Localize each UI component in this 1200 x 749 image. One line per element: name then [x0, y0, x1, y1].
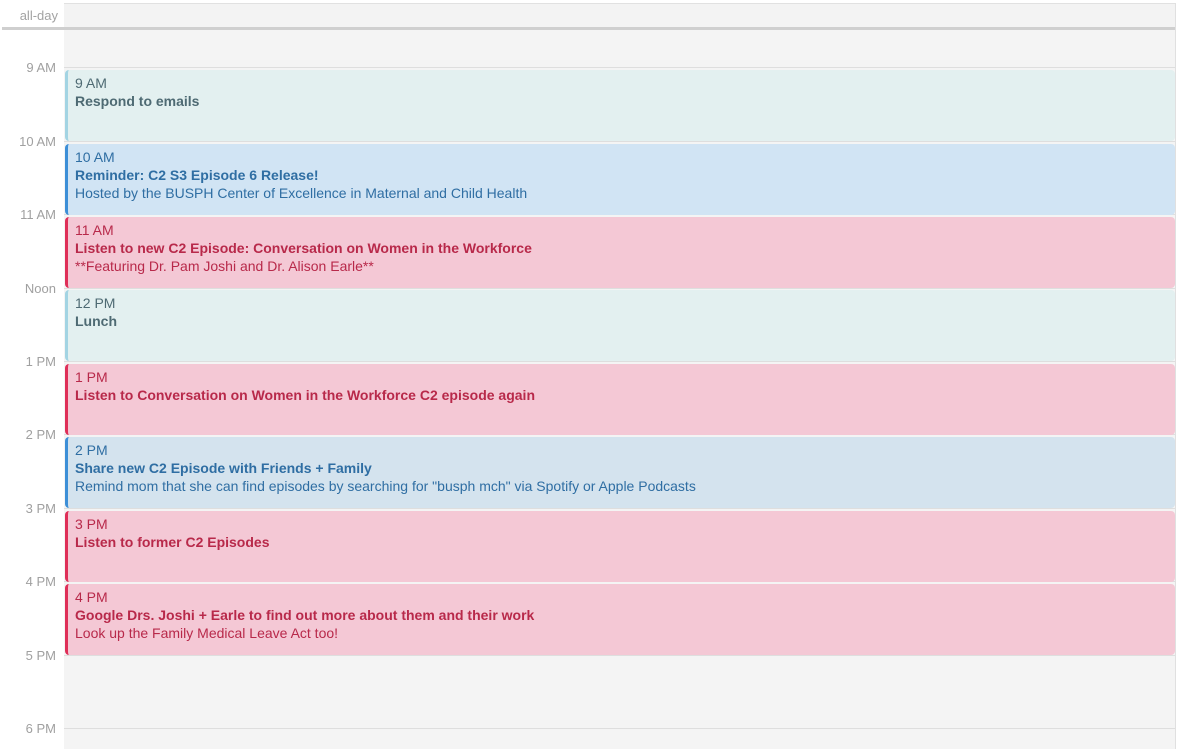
event-listen-former[interactable]: 3 PM Listen to former C2 Episodes — [65, 511, 1175, 582]
event-note: Look up the Family Medical Leave Act too… — [75, 625, 339, 641]
event-listen-new-episode[interactable]: 11 AM Listen to new C2 Episode: Conversa… — [65, 217, 1175, 288]
hour-line — [64, 141, 1175, 142]
hour-line — [64, 655, 1175, 656]
hour-line — [64, 728, 1175, 729]
event-listen-again[interactable]: 1 PM Listen to Conversation on Women in … — [65, 364, 1175, 435]
event-title: Lunch — [75, 313, 117, 329]
event-google-drs[interactable]: 4 PM Google Drs. Joshi + Earle to find o… — [65, 584, 1175, 655]
event-time: 4 PM — [75, 589, 108, 605]
event-time: 1 PM — [75, 369, 108, 385]
event-title: Google Drs. Joshi + Earle to find out mo… — [75, 607, 535, 623]
event-reminder-release[interactable]: 10 AM Reminder: C2 S3 Episode 6 Release!… — [65, 144, 1175, 215]
hour-label-6pm: 6 PM — [25, 721, 56, 736]
event-title: Listen to Conversation on Women in the W… — [75, 387, 535, 403]
event-note: Hosted by the BUSPH Center of Excellence… — [75, 185, 528, 201]
event-time: 9 AM — [75, 75, 107, 91]
event-share-episode[interactable]: 2 PM Share new C2 Episode with Friends +… — [65, 437, 1175, 508]
hour-label-10am: 10 AM — [19, 134, 56, 149]
column-edge — [1175, 3, 1176, 749]
event-time: 10 AM — [75, 149, 115, 165]
all-day-row[interactable] — [64, 3, 1175, 28]
hour-label-noon: Noon — [24, 281, 56, 296]
hour-label-5pm: 5 PM — [25, 648, 56, 663]
hour-label-11am: 11 AM — [20, 207, 56, 222]
event-title: Respond to emails — [75, 93, 200, 109]
event-title: Reminder: C2 S3 Episode 6 Release! — [75, 167, 319, 183]
event-note: Remind mom that she can find episodes by… — [75, 478, 696, 494]
hour-line — [64, 67, 1175, 68]
hour-label-1pm: 1 PM — [25, 354, 56, 369]
event-title: Listen to former C2 Episodes — [75, 534, 270, 550]
event-title: Listen to new C2 Episode: Conversation o… — [75, 240, 532, 256]
event-time: 2 PM — [75, 442, 108, 458]
time-gutter — [0, 0, 64, 749]
hour-label-2pm: 2 PM — [25, 427, 56, 442]
all-day-label: all-day — [19, 8, 58, 23]
hour-label-9am: 9 AM — [26, 60, 56, 75]
event-respond-to-emails[interactable]: 9 AM Respond to emails — [65, 70, 1175, 141]
event-note: **Featuring Dr. Pam Joshi and Dr. Alison… — [75, 258, 374, 274]
hour-label-3pm: 3 PM — [25, 501, 56, 516]
hour-label-4pm: 4 PM — [25, 574, 56, 589]
hour-line — [64, 288, 1175, 289]
event-title: Share new C2 Episode with Friends + Fami… — [75, 460, 372, 476]
hour-line — [64, 508, 1175, 509]
event-time: 11 AM — [75, 222, 114, 238]
event-time: 12 PM — [75, 295, 116, 311]
event-time: 3 PM — [75, 516, 108, 532]
hour-line — [64, 361, 1175, 362]
event-lunch[interactable]: 12 PM Lunch — [65, 290, 1175, 361]
